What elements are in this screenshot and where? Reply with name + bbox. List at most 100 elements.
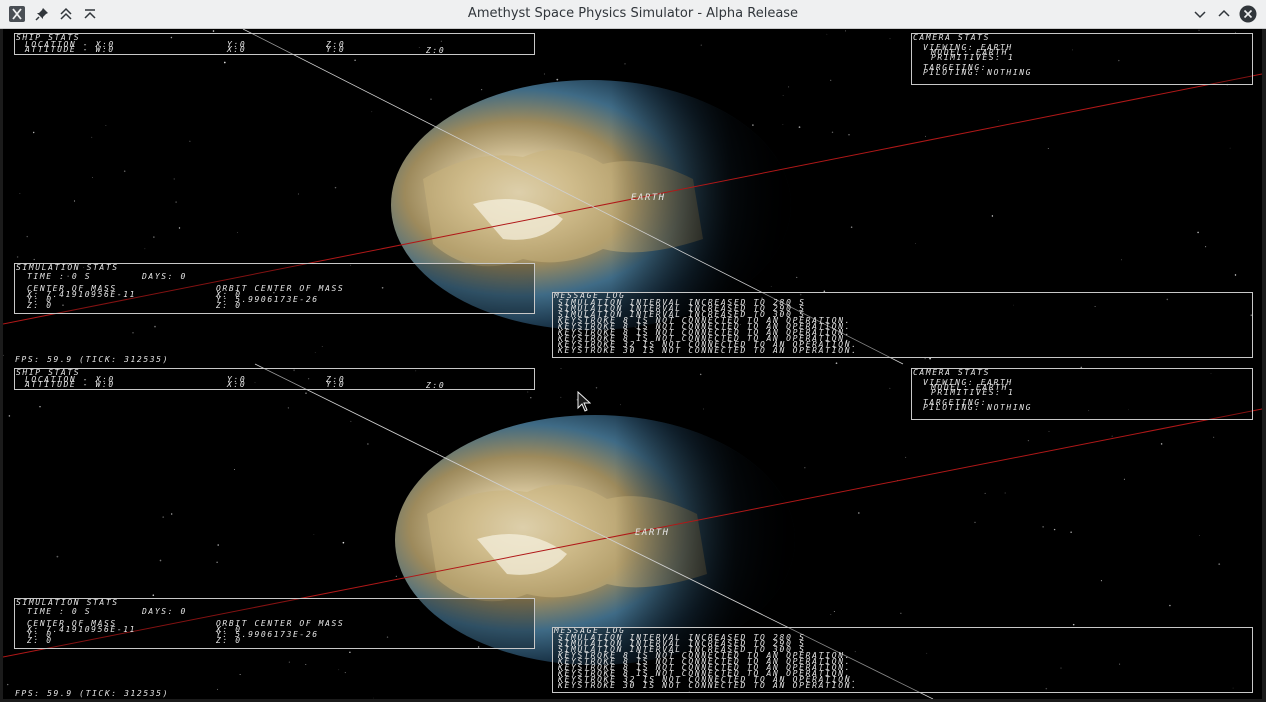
star (159, 559, 162, 562)
close-icon[interactable] (1239, 5, 1257, 23)
star (831, 131, 834, 134)
star (313, 534, 315, 535)
star (798, 126, 801, 128)
star (371, 111, 373, 113)
minimize-icon[interactable] (1191, 5, 1209, 23)
ship-attitude-y: Y:0 (326, 380, 346, 389)
star (354, 59, 356, 61)
star (1100, 580, 1102, 582)
star (153, 236, 155, 238)
star (991, 215, 994, 217)
star (216, 688, 219, 690)
star (175, 201, 177, 203)
star (889, 387, 891, 389)
window-title: Amethyst Space Physics Simulator - Alpha… (467, 6, 799, 21)
star (900, 612, 902, 614)
star (132, 332, 134, 334)
star (154, 325, 156, 328)
star (796, 276, 798, 278)
star (297, 193, 299, 195)
camera-stats-panel: Camera stats Viewing: Earth Model: Earth… (911, 368, 1253, 420)
camera-primitives: Primitives: 1 (931, 388, 1015, 397)
ship-attitude-y: Y:0 (326, 45, 346, 54)
star (857, 512, 860, 514)
star (530, 397, 532, 399)
star (92, 177, 93, 178)
ship-attitude-z: Z:0 (426, 46, 446, 55)
star (7, 683, 9, 686)
camera-primitives: Primitives: 1 (931, 53, 1015, 62)
star (997, 120, 999, 121)
simulation-time: Time : 0 s (27, 272, 92, 281)
star (560, 367, 562, 369)
star (19, 193, 21, 194)
star (620, 404, 621, 406)
star (32, 131, 35, 134)
star (699, 373, 702, 376)
simulation-stats-panel: Simulation stats Time : 0 s Days: 0 Cent… (14, 598, 535, 649)
simulation-viewport[interactable]: Ship stats Location - X:0 Y:0 Z:0 Attitu… (3, 29, 1262, 699)
message-log-panel: Message log Simulation interval increase… (552, 292, 1253, 358)
star (237, 232, 238, 234)
star (288, 661, 290, 663)
star (1198, 535, 1200, 536)
camera-stats-heading: Camera stats (913, 368, 990, 377)
star (624, 63, 626, 65)
orbit-z: Z: 0 (216, 636, 242, 645)
star (338, 669, 340, 671)
earth-label: Earth (631, 193, 666, 203)
star (556, 78, 559, 81)
maximize-icon[interactable] (1215, 5, 1233, 23)
mouse-cursor-icon (577, 390, 592, 417)
star (830, 79, 832, 81)
star (782, 124, 784, 125)
star (1004, 492, 1006, 494)
star (33, 258, 35, 261)
star (804, 467, 806, 469)
earth-label: Earth (635, 528, 670, 538)
star (480, 88, 483, 91)
star (1123, 478, 1125, 480)
camera-stats-heading: Camera stats (913, 33, 990, 42)
simulation-time: Time : 0 s (27, 607, 92, 616)
star (91, 136, 93, 138)
star (171, 513, 173, 515)
star (305, 392, 307, 394)
camera-piloting: Piloting: Nothing (923, 68, 1033, 77)
star (16, 256, 19, 258)
ship-stats-panel: Ship stats Location - X:0 Y:0 Z:0 Attitu… (14, 368, 535, 390)
star (216, 561, 218, 563)
star (334, 186, 337, 189)
star (437, 451, 438, 452)
star (1070, 531, 1072, 533)
fps-counter: FPS: 59.9 (Tick: 312535) (15, 689, 169, 698)
star (527, 391, 529, 393)
star (287, 407, 290, 409)
star (1229, 147, 1231, 149)
star (239, 674, 241, 675)
star (178, 227, 181, 229)
star (974, 521, 976, 524)
ship-attitude-z: Z:0 (426, 381, 446, 390)
simulation-stats-heading: Simulation stats (16, 263, 119, 272)
star (848, 134, 850, 136)
simulation-days: Days: 0 (142, 607, 187, 616)
com-z: Z: 0 (27, 301, 53, 310)
star (367, 443, 369, 445)
star (924, 358, 926, 360)
simulation-days: Days: 0 (142, 272, 187, 281)
star (373, 697, 375, 699)
star (850, 226, 853, 228)
star (144, 248, 146, 250)
star (105, 125, 107, 126)
star (189, 140, 191, 142)
star (321, 346, 323, 348)
star (342, 541, 345, 544)
ship-attitude: Attitude - W:0 (25, 380, 115, 389)
star (788, 86, 790, 88)
star (123, 170, 126, 172)
window-titlebar[interactable]: Amethyst Space Physics Simulator - Alpha… (0, 0, 1266, 29)
star (700, 44, 702, 46)
star (752, 124, 754, 126)
star (595, 387, 598, 389)
